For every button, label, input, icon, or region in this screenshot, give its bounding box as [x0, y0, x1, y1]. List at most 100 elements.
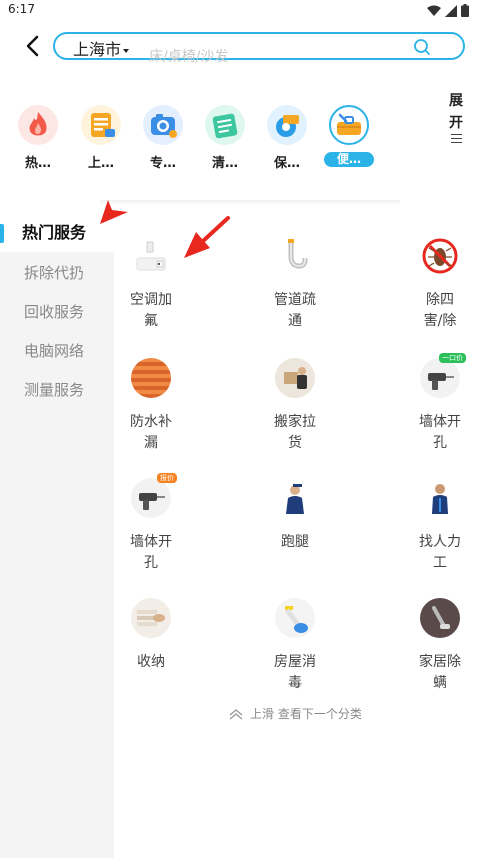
service-label-line1: 家居除: [419, 654, 461, 670]
service-label-line1: 除四: [426, 292, 454, 308]
mite-icon: [420, 598, 460, 638]
divider: [100, 200, 400, 206]
category-item-clean[interactable]: 清…: [197, 100, 253, 172]
service-label-line2: 氟: [144, 313, 158, 329]
service-label-line2: 漏: [144, 435, 158, 451]
sidebar-item-label: 电脑网络: [24, 342, 85, 360]
service-label-line2: 货: [288, 435, 302, 451]
aircon-icon: [131, 236, 171, 276]
service-item-waterproof[interactable]: 防水补 漏: [101, 358, 201, 454]
sidebar-item-recycle[interactable]: 回收服务: [0, 293, 114, 331]
service-label-line1: 跑腿: [281, 534, 309, 550]
service-label-line2: 害/除: [423, 313, 457, 329]
status-time: 6:17: [8, 2, 35, 16]
expand-button[interactable]: 展 开: [445, 90, 467, 143]
worker-icon: [420, 478, 460, 518]
category-label: 保…: [273, 156, 300, 171]
search-placeholder: 床/桌椅/沙发: [149, 49, 229, 65]
storage-icon: [131, 598, 171, 638]
caret-down-icon: [123, 48, 130, 53]
service-label-line1: 管道疏: [274, 292, 316, 308]
fire-icon: [18, 105, 58, 145]
sidebar-item-label: 热门服务: [22, 223, 87, 242]
service-label-line2: 通: [288, 313, 302, 329]
category-label: 便…: [324, 152, 374, 167]
category-item-convenience[interactable]: 便…: [321, 100, 377, 172]
moving-icon: [275, 358, 315, 398]
service-item-mite-removal[interactable]: 家居除 螨: [390, 598, 483, 694]
sidebar-item-label: 回收服务: [24, 303, 85, 321]
sidebar-item-label: 测量服务: [24, 381, 85, 399]
drill-icon: 一口价: [420, 353, 466, 398]
quote-badge: 报价: [157, 473, 177, 483]
service-label-line1: 收纳: [137, 654, 165, 670]
scroll-hint-text: 上滑 查看下一个分类: [250, 707, 362, 721]
category-label: 上…: [87, 156, 114, 171]
status-bar: 6:17: [0, 0, 483, 22]
camera-icon: [143, 105, 183, 145]
active-indicator: [0, 224, 4, 243]
clean-icon: [205, 105, 245, 145]
service-label-line2: 孔: [433, 435, 447, 451]
courier-icon: [275, 478, 315, 518]
category-item-pro[interactable]: 专…: [135, 100, 191, 172]
category-row: 热… 上… 专… 清… 保… 便…: [0, 100, 483, 180]
service-item-pipe[interactable]: 管道疏 通: [245, 236, 345, 332]
annotation-arrow-icon: [184, 216, 230, 258]
repair-icon: [267, 105, 307, 145]
toolbox-icon: [329, 105, 369, 145]
disinfect-icon: [275, 598, 315, 638]
service-item-moving[interactable]: 搬家拉 货: [245, 358, 345, 454]
price-badge: 一口价: [439, 353, 466, 363]
sidebar: 热门服务 拆除代扔 回收服务 电脑网络 测量服务: [0, 214, 114, 858]
service-label-line2: 毒: [288, 675, 302, 691]
sidebar-item-measurement[interactable]: 测量服务: [0, 371, 114, 409]
search-bar[interactable]: 上海市 床/桌椅/沙发: [53, 32, 465, 65]
wifi-icon: [427, 5, 441, 16]
service-label-line1: 墙体开: [419, 414, 461, 430]
category-label: 热…: [24, 156, 51, 171]
service-item-labor[interactable]: 找人力 工: [390, 478, 483, 574]
sidebar-item-label: 拆除代扔: [24, 264, 85, 282]
chevron-left-icon: [26, 35, 39, 57]
back-button[interactable]: [18, 32, 46, 60]
category-label: 清…: [211, 156, 238, 171]
menu-lines-icon: [450, 134, 462, 143]
service-label-line1: 搬家拉: [274, 414, 316, 430]
city-label: 上海市: [73, 40, 122, 59]
battery-icon: [461, 4, 469, 17]
service-item-wall-drilling-quote[interactable]: 报价 墙体开 孔: [101, 473, 201, 574]
scroll-hint: 上滑 查看下一个分类: [228, 705, 362, 722]
status-icons: [427, 4, 469, 17]
service-item-wall-drilling[interactable]: 一口价 墙体开 孔: [390, 353, 483, 454]
pipe-icon: [275, 236, 315, 276]
annotation-arrow-icon: [100, 200, 128, 224]
service-item-courier[interactable]: 跑腿: [245, 478, 345, 553]
service-item-storage[interactable]: 收纳: [101, 598, 201, 673]
pest-icon: [420, 236, 460, 276]
service-label-line1: 找人力: [419, 534, 461, 550]
service-item-disinfect[interactable]: 房屋消 毒: [245, 598, 345, 694]
doc-icon: [81, 105, 121, 145]
service-label-line1: 防水补: [130, 414, 172, 430]
sidebar-item-demolition[interactable]: 拆除代扔: [0, 254, 114, 292]
service-label-line1: 房屋消: [274, 654, 316, 670]
category-label: 专…: [149, 156, 176, 171]
service-label-line1: 墙体开: [130, 534, 172, 550]
category-item-repair[interactable]: 保…: [259, 100, 315, 172]
category-item-hot[interactable]: 热…: [10, 100, 66, 172]
expand-label-2: 开: [449, 115, 463, 131]
search-icon[interactable]: [413, 38, 431, 56]
chevron-up-icon: [229, 708, 243, 719]
waterproof-icon: [131, 358, 171, 398]
service-item-pest[interactable]: 除四 害/除: [390, 236, 483, 332]
expand-label-1: 展: [449, 93, 463, 109]
drill-icon: 报价: [131, 473, 177, 518]
city-selector[interactable]: 上海市: [73, 36, 130, 60]
service-label-line2: 孔: [144, 555, 158, 571]
signal-icon: [445, 4, 457, 17]
category-item-door[interactable]: 上…: [73, 100, 129, 172]
service-label-line1: 空调加: [130, 292, 172, 308]
sidebar-item-computer-network[interactable]: 电脑网络: [0, 332, 114, 370]
service-label-line2: 工: [433, 555, 447, 571]
